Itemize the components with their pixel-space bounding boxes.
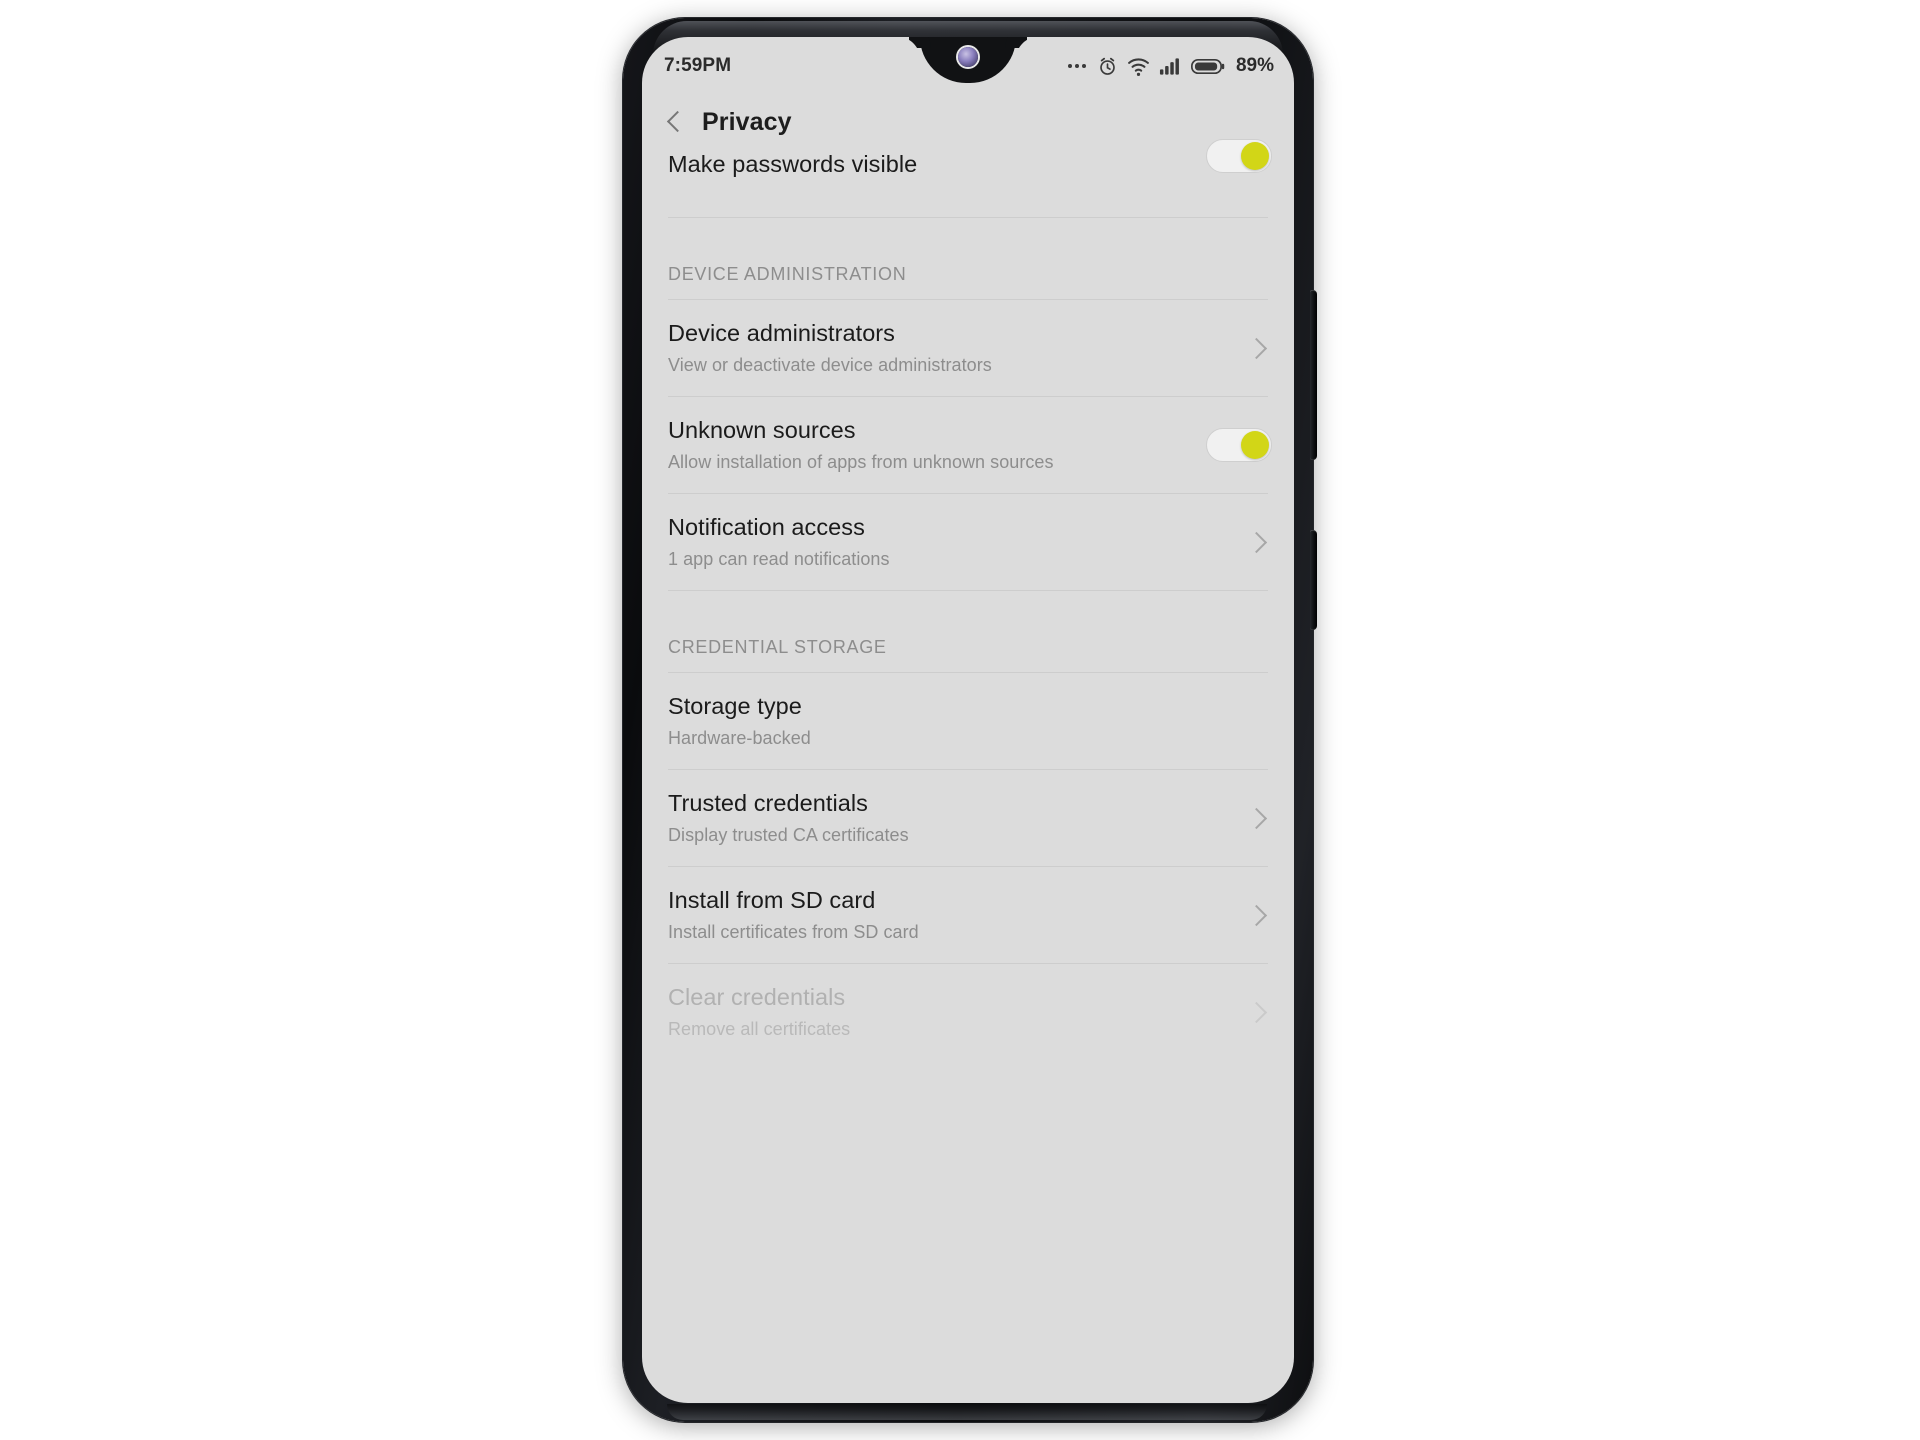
row-notification-access[interactable]: Notification access 1 app can read notif… [642,494,1294,590]
phone-screen: 7:59PM 89% Privacy Make passwords visibl… [642,37,1294,1403]
battery-icon [1190,58,1225,74]
row-text: Device administrators View or deactivate… [668,320,1236,376]
section-header-credential-storage: CREDENTIAL STORAGE [668,637,887,657]
power-button[interactable] [1310,530,1317,630]
chevron-right-icon [1250,805,1272,831]
status-bar-icons: 89% [1067,49,1274,77]
row-title: Notification access [668,513,865,540]
app-bar: Privacy [642,89,1294,155]
row-text: Storage type Hardware-backed [668,693,1272,749]
front-camera-icon [958,47,978,67]
row-title: Make passwords visible [668,151,918,177]
row-text: Trusted credentials Display trusted CA c… [668,790,1236,846]
toggle-knob [1241,142,1269,170]
row-title: Storage type [668,692,802,719]
toggle-unknown-sources[interactable] [1206,428,1272,462]
chevron-right-icon [1250,529,1272,555]
row-subtitle: 1 app can read notifications [668,548,890,569]
row-storage-type[interactable]: Storage type Hardware-backed [642,673,1294,769]
signal-bars-icon [1159,58,1179,75]
row-text: Make passwords visible [668,151,1192,179]
toggle-knob [1241,431,1269,459]
row-subtitle: Allow installation of apps from unknown … [668,451,1054,472]
wifi-icon [1128,57,1149,76]
back-chevron-icon[interactable] [664,109,684,135]
row-subtitle: Hardware-backed [668,727,811,748]
volume-rocker-button[interactable] [1310,290,1317,460]
row-title: Device administrators [668,319,895,346]
page-title: Privacy [702,107,792,136]
row-install-from-sd-card[interactable]: Install from SD card Install certificate… [642,867,1294,963]
row-title: Unknown sources [668,416,856,443]
row-clear-credentials: Clear credentials Remove all certificate… [642,964,1294,1060]
settings-list: Make passwords visible DEVICE ADMINISTRA… [642,139,1294,1060]
section-header-device-administration: DEVICE ADMINISTRATION [668,264,907,284]
row-text: Install from SD card Install certificate… [668,887,1236,943]
alarm-clock-icon [1100,57,1115,75]
frame-bottom-rim [667,1404,1267,1420]
status-bar-time: 7:59PM [664,55,732,76]
row-make-passwords-visible[interactable]: Make passwords visible [642,139,1294,217]
row-unknown-sources[interactable]: Unknown sources Allow installation of ap… [642,397,1294,493]
row-device-administrators[interactable]: Device administrators View or deactivate… [642,300,1294,396]
row-text: Notification access 1 app can read notif… [668,514,1236,570]
phone-device-frame: 7:59PM 89% Privacy Make passwords visibl… [623,18,1317,1422]
more-dots-icon [1067,64,1086,68]
row-trusted-credentials[interactable]: Trusted credentials Display trusted CA c… [642,770,1294,866]
row-text: Unknown sources Allow installation of ap… [668,417,1192,473]
row-title: Install from SD card [668,886,876,913]
row-subtitle: Remove all certificates [668,1018,851,1039]
row-text: Clear credentials Remove all certificate… [668,984,1236,1040]
toggle-make-passwords-visible[interactable] [1206,139,1272,173]
row-title: Clear credentials [668,983,846,1010]
row-subtitle: View or deactivate device administrators [668,354,992,375]
row-title: Trusted credentials [668,789,868,816]
chevron-right-icon [1250,999,1272,1025]
row-subtitle: Install certificates from SD card [668,921,919,942]
chevron-right-icon [1250,335,1272,361]
row-subtitle: Display trusted CA certificates [668,824,909,845]
chevron-right-icon [1250,902,1272,928]
battery-percent-label: 89% [1235,55,1274,76]
